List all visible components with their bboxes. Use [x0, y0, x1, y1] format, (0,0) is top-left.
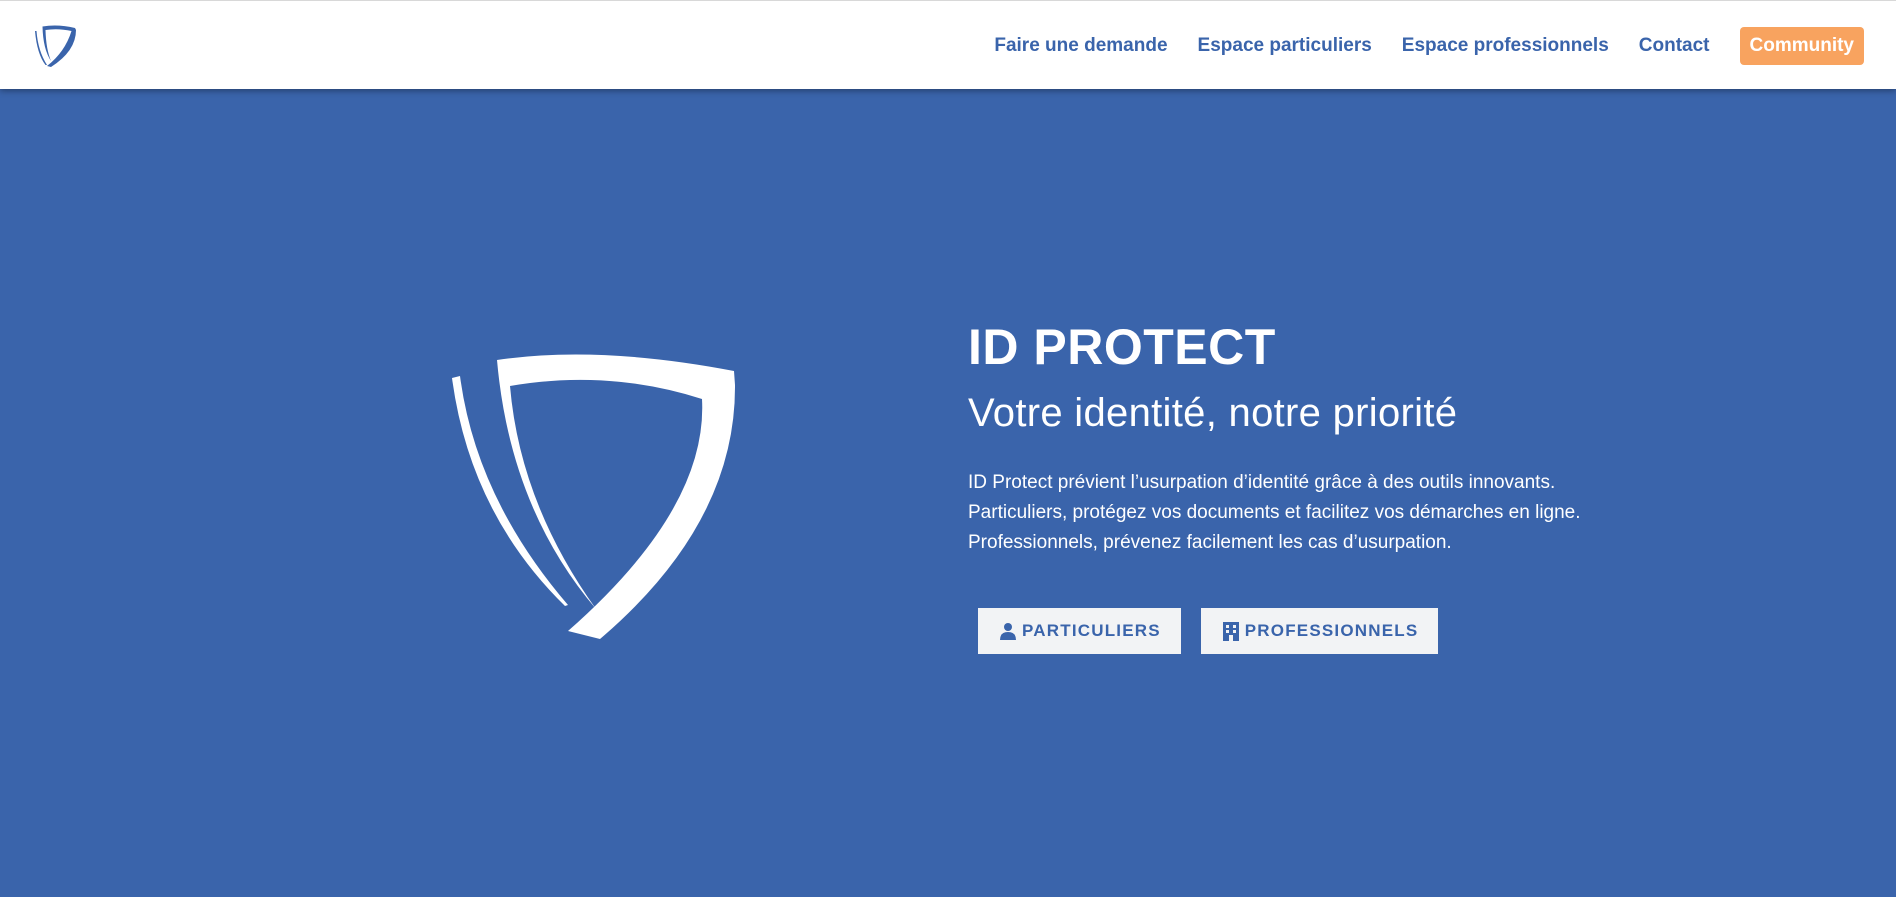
- professionnels-button[interactable]: PROFESSIONNELS: [1200, 608, 1439, 654]
- professionnels-button-label: PROFESSIONNELS: [1244, 621, 1419, 640]
- nav-link-espace-particuliers[interactable]: Espace particuliers: [1198, 35, 1372, 57]
- nav-link-contact[interactable]: Contact: [1639, 35, 1710, 57]
- hero-content: ID PROTECT Votre identité, notre priorit…: [968, 316, 1688, 654]
- hero-description-line: ID Protect prévient l’usurpation d’ident…: [968, 472, 1556, 493]
- shield-hero-icon: [452, 354, 736, 639]
- particuliers-button-label: PARTICULIERS: [1022, 621, 1161, 640]
- hero-description: ID Protect prévient l’usurpation d’ident…: [968, 468, 1688, 558]
- top-navbar: Faire une demande Espace particuliers Es…: [0, 0, 1896, 89]
- hero-description-line: Professionnels, prévenez facilement les …: [968, 532, 1452, 553]
- nav-link-faire-une-demande[interactable]: Faire une demande: [994, 35, 1167, 57]
- hero-buttons: PARTICULIERS PROFESSIONNELS: [978, 608, 1688, 654]
- hero-subtitle: Votre identité, notre priorité: [968, 391, 1458, 435]
- hero-title: ID PROTECT: [968, 319, 1276, 375]
- person-icon: [998, 621, 1018, 641]
- shield-logo-icon[interactable]: [28, 21, 80, 71]
- building-icon: [1221, 621, 1241, 641]
- particuliers-button[interactable]: PARTICULIERS: [978, 608, 1181, 654]
- hero-description-line: Particuliers, protégez vos documents et …: [968, 502, 1581, 523]
- community-button[interactable]: Community: [1739, 27, 1864, 65]
- nav-link-espace-professionnels[interactable]: Espace professionnels: [1402, 35, 1609, 57]
- main-nav: Faire une demande Espace particuliers Es…: [964, 26, 1864, 66]
